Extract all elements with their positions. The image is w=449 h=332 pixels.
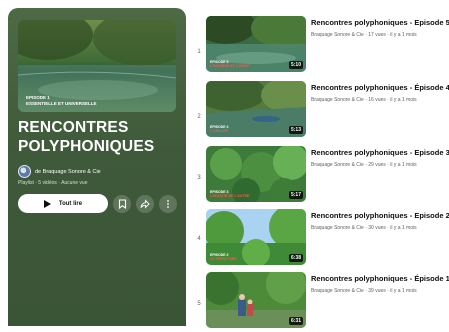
play-all-label: Tout lire xyxy=(58,200,83,207)
video-meta: Braquage Sonore & Cie · 16 vues · il y a… xyxy=(311,97,417,103)
playlist-owner-label[interactable]: de Braquage Sonore & Cie xyxy=(35,169,101,175)
playlist-thumbnail-caption: Episode 1 ESSENTIELLE ET UNIVERSELLE xyxy=(26,95,97,106)
video-title[interactable]: Rencontres polyphoniques - Episode 3 xyxy=(311,148,449,157)
video-list-item[interactable]: 4 EPISODE 2 LE TERRITOIRE 6:38 Rencontre… xyxy=(190,209,449,269)
video-duration: 6:31 xyxy=(288,317,303,325)
video-title[interactable]: Rencontres polyphoniques - Episode 2 xyxy=(311,211,449,220)
thumbnail-episode-subtitle: L'ÉCOUTE DE L'AUTRE xyxy=(210,193,250,198)
video-duration: 6:38 xyxy=(288,254,303,262)
video-list-item[interactable]: 5 6:31 Rencontres polyphoniques - Épisod… xyxy=(190,272,449,332)
channel-avatar[interactable] xyxy=(18,165,31,178)
video-title[interactable]: Rencontres polyphoniques - Episode 5 xyxy=(311,18,449,27)
playlist-thumbnail[interactable]: Episode 1 ESSENTIELLE ET UNIVERSELLE xyxy=(18,20,176,112)
video-thumbnail[interactable]: EPISODE 5 L'INCONNU ET L'INÉDIT 5:10 xyxy=(206,16,306,72)
playlist-video-list: 1 EPISODE 5 L'INCONNU ET L'INÉDIT 5:10 R… xyxy=(190,8,449,328)
video-thumbnail-label: EPISODE 4 L'ORALITÉ xyxy=(210,125,228,133)
share-icon xyxy=(140,198,150,209)
save-playlist-button[interactable] xyxy=(113,194,131,213)
video-duration: 5:10 xyxy=(288,61,303,69)
playlist-title: RENCONTRES POLYPHONIQUES xyxy=(18,119,155,155)
video-list-item[interactable]: 3 EPISODE 3 L'ÉCOUTE DE L'AUTRE 5:17 Ren… xyxy=(190,146,449,206)
video-thumbnail[interactable]: EPISODE 4 L'ORALITÉ 5:13 xyxy=(206,81,306,137)
playlist-header-panel: Episode 1 ESSENTIELLE ET UNIVERSELLE REN… xyxy=(8,8,186,326)
playlist-controls: Tout lire xyxy=(18,194,177,213)
video-index: 3 xyxy=(197,175,201,181)
video-thumbnail[interactable]: 6:31 xyxy=(206,272,306,328)
video-duration: 5:13 xyxy=(288,126,303,134)
share-playlist-button[interactable] xyxy=(136,194,154,213)
video-title[interactable]: Rencontres polyphoniques - Épisode 1 xyxy=(311,274,449,283)
video-thumbnail-label: EPISODE 5 L'INCONNU ET L'INÉDIT xyxy=(210,60,250,68)
video-meta: Braquage Sonore & Cie · 39 vues · il y a… xyxy=(311,288,417,294)
video-meta: Braquage Sonore & Cie · 30 vues · il y a… xyxy=(311,225,417,231)
thumbnail-episode-subtitle: L'INCONNU ET L'INÉDIT xyxy=(210,63,251,68)
video-index: 1 xyxy=(197,49,201,55)
video-list-item[interactable]: 2 EPISODE 4 L'ORALITÉ 5:13 Rencontres po… xyxy=(190,81,449,141)
video-index: 5 xyxy=(197,301,201,307)
video-list-item[interactable]: 1 EPISODE 5 L'INCONNU ET L'INÉDIT 5:10 R… xyxy=(190,16,449,76)
video-thumbnail[interactable]: EPISODE 2 LE TERRITOIRE 6:38 xyxy=(206,209,306,265)
more-actions-button[interactable] xyxy=(159,194,177,213)
video-meta: Braquage Sonore & Cie · 17 vues · il y a… xyxy=(311,32,417,38)
more-icon xyxy=(167,199,169,208)
play-all-button[interactable]: Tout lire xyxy=(18,194,108,213)
video-title[interactable]: Rencontres polyphoniques - Épisode 4 xyxy=(311,83,449,92)
thumbnail-episode-subtitle: L'ORALITÉ xyxy=(210,128,229,133)
video-thumbnail-label: EPISODE 2 LE TERRITOIRE xyxy=(210,253,237,261)
video-index: 4 xyxy=(197,236,201,242)
save-icon xyxy=(118,198,126,209)
video-thumbnail-label: EPISODE 3 L'ÉCOUTE DE L'AUTRE xyxy=(210,190,249,198)
video-duration: 5:17 xyxy=(288,191,303,199)
playlist-owner[interactable]: de Braquage Sonore & Cie xyxy=(18,165,101,178)
video-meta: Braquage Sonore & Cie · 29 vues · il y a… xyxy=(311,162,417,168)
thumbnail-caption-subtitle: ESSENTIELLE ET UNIVERSELLE xyxy=(26,100,97,106)
video-index: 2 xyxy=(197,114,201,120)
video-thumbnail[interactable]: EPISODE 3 L'ÉCOUTE DE L'AUTRE 5:17 xyxy=(206,146,306,202)
thumbnail-episode-subtitle: LE TERRITOIRE xyxy=(210,256,237,261)
play-icon xyxy=(43,199,51,208)
playlist-meta: Playlist · 5 vidéos · Aucune vue xyxy=(18,180,88,186)
